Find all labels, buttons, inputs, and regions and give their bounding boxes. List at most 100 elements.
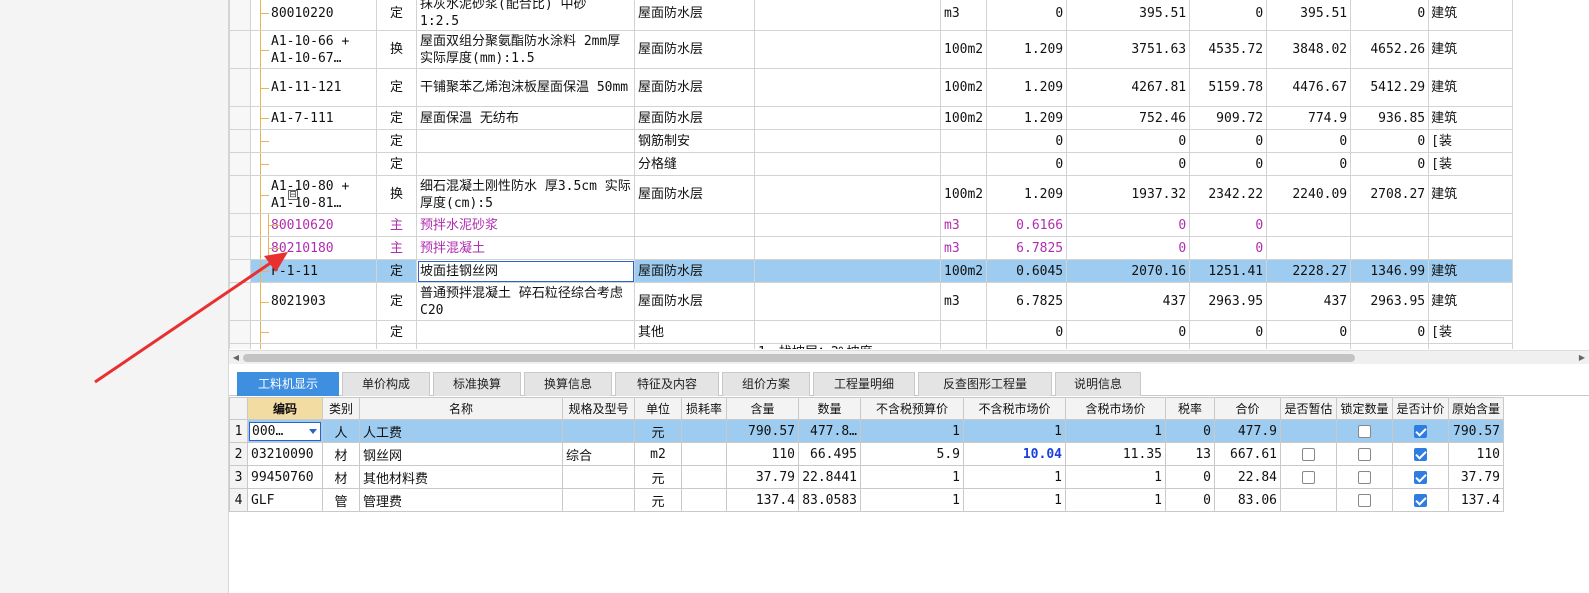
resource-quantity-cell[interactable]: 83.0583 <box>798 488 861 512</box>
row-selector[interactable] <box>229 259 251 283</box>
resource-unit-cell[interactable]: 元 <box>634 465 682 489</box>
item-fee-cell[interactable] <box>1428 343 1514 349</box>
item-feature-cell[interactable]: 屋面防水层 <box>634 259 755 283</box>
item-price-cell[interactable]: 1251.41 <box>1189 259 1268 283</box>
item-code-cell[interactable]: ⊟ A1-10-80 + A1-10-81… <box>250 175 377 214</box>
item-price-cell[interactable] <box>1350 213 1430 237</box>
row-selector[interactable] <box>229 343 251 349</box>
resource-lock-cell[interactable] <box>1336 442 1393 466</box>
resource-budget-price-cell[interactable]: 1 <box>860 488 964 512</box>
item-price-cell[interactable]: 0 <box>1189 213 1268 237</box>
resource-budget-price-cell[interactable]: 1 <box>860 465 964 489</box>
item-price-cell[interactable]: 0 <box>1189 236 1268 260</box>
item-price-cell[interactable]: 2342.22 <box>1189 175 1268 214</box>
lock-quantity-checkbox[interactable] <box>1358 447 1371 461</box>
lock-quantity-checkbox[interactable] <box>1358 424 1371 438</box>
item-unit-cell[interactable]: 100m2 <box>939 68 988 107</box>
resource-name-cell[interactable]: 钢丝网 <box>359 442 563 466</box>
resource-market-price-cell[interactable]: 1 <box>963 488 1066 512</box>
item-type-cell[interactable]: 定 <box>376 129 417 153</box>
resource-type-cell[interactable]: 人 <box>322 419 360 443</box>
header-loss-rate[interactable]: 损耗率 <box>681 397 727 420</box>
resource-estimated-cell[interactable] <box>1280 488 1337 512</box>
item-spec-cell[interactable] <box>754 213 941 237</box>
resource-budget-price-cell[interactable]: 1 <box>860 419 964 443</box>
item-price-cell[interactable]: 1937.32 <box>1066 175 1191 214</box>
header-unit[interactable]: 单位 <box>634 397 682 420</box>
item-quantity-cell[interactable]: 0 <box>986 152 1068 176</box>
item-feature-cell[interactable]: 屋面防水层 <box>634 106 755 130</box>
horizontal-scrollbar[interactable]: ◀ ▶ <box>229 350 1589 364</box>
row-selector[interactable] <box>229 30 251 69</box>
tab-quantity-details[interactable]: 工程量明细 <box>813 372 915 396</box>
item-feature-cell[interactable]: 屋面防水层 <box>634 282 755 321</box>
item-code-cell[interactable]: A1-7-111 <box>250 106 377 130</box>
resource-content-cell[interactable]: 137.4 <box>726 488 799 512</box>
item-price-cell[interactable]: 774.9 <box>1266 106 1352 130</box>
header-total[interactable]: 合价 <box>1214 397 1281 420</box>
item-price-cell[interactable]: 395.51 <box>1066 0 1191 31</box>
item-row[interactable]: 1、找坡层：2%坡度 <box>229 343 1533 349</box>
header-lock-quantity[interactable]: 锁定数量 <box>1336 397 1393 420</box>
item-feature-cell[interactable]: 屋面防水层 <box>634 30 755 69</box>
resource-tax-market-price-cell[interactable]: 1 <box>1065 488 1166 512</box>
item-row[interactable]: ⊟ A1-10-80 + A1-10-81… 换细石混凝土刚性防水 厚3.5cm 实… <box>229 175 1533 214</box>
row-selector[interactable] <box>229 68 251 107</box>
header-original-content[interactable]: 原始含量 <box>1448 397 1504 420</box>
item-code-cell[interactable]: 80010620 <box>250 213 377 237</box>
item-unit-cell[interactable]: 100m2 <box>939 259 988 283</box>
item-code-cell[interactable] <box>250 129 377 153</box>
item-unit-cell[interactable]: m3 <box>939 236 988 260</box>
resource-type-cell[interactable]: 管 <box>322 488 360 512</box>
resource-original-content-cell[interactable]: 110 <box>1448 442 1504 466</box>
item-fee-cell[interactable]: 建筑 <box>1428 259 1514 283</box>
item-price-cell[interactable]: 0 <box>1266 152 1352 176</box>
item-name-cell[interactable]: 细石混凝土刚性防水 厚3.5cm 实际厚度(cm):5 <box>416 175 635 214</box>
resource-tax-rate-cell[interactable]: 0 <box>1165 488 1215 512</box>
item-quantity-cell[interactable] <box>986 343 1068 349</box>
row-selector[interactable] <box>229 106 251 130</box>
resource-spec-cell[interactable]: 综合 <box>562 442 635 466</box>
item-row[interactable]: F-1-11 定坡面挂钢丝网 屋面防水层 100m2 0.6045 2070.16 1251… <box>229 259 1533 283</box>
row-selector[interactable] <box>229 175 251 214</box>
item-code-cell[interactable]: F-1-11 <box>250 259 377 283</box>
tab-conversion-info[interactable]: 换算信息 <box>524 372 612 396</box>
item-price-cell[interactable]: 2070.16 <box>1066 259 1191 283</box>
item-code-cell[interactable]: 80010220 <box>250 0 377 31</box>
collapse-icon[interactable]: ⊟ <box>288 189 298 200</box>
resource-estimated-cell[interactable] <box>1280 419 1337 443</box>
item-price-cell[interactable] <box>1350 343 1430 349</box>
row-selector[interactable] <box>229 320 251 344</box>
header-priced[interactable]: 是否计价 <box>1392 397 1449 420</box>
row-number[interactable]: 4 <box>229 488 248 512</box>
header-budget-price[interactable]: 不含税预算价 <box>860 397 964 420</box>
item-spec-cell[interactable] <box>754 320 941 344</box>
item-spec-cell[interactable] <box>754 152 941 176</box>
resource-type-cell[interactable]: 材 <box>322 465 360 489</box>
lock-quantity-checkbox[interactable] <box>1358 493 1371 507</box>
item-type-cell[interactable]: 定 <box>376 0 417 31</box>
item-price-cell[interactable] <box>1266 236 1352 260</box>
item-fee-cell[interactable]: 建筑 <box>1428 282 1514 321</box>
item-code-cell[interactable]: A1-10-66 + A1-10-67… <box>250 30 377 69</box>
resource-market-price-cell[interactable]: 1 <box>963 419 1066 443</box>
tab-standard-conversion[interactable]: 标准换算 <box>433 372 521 396</box>
item-price-cell[interactable]: 2963.95 <box>1350 282 1430 321</box>
item-feature-cell[interactable]: 钢筋制安 <box>634 129 755 153</box>
item-price-cell[interactable] <box>1266 213 1352 237</box>
item-price-cell[interactable]: 2240.09 <box>1266 175 1352 214</box>
item-price-cell[interactable]: 0 <box>1066 129 1191 153</box>
item-row[interactable]: 定钢筋制安 0 0 0 0 0 [装 <box>229 129 1533 153</box>
lock-quantity-checkbox[interactable] <box>1358 470 1371 484</box>
resource-unit-cell[interactable]: 元 <box>634 419 682 443</box>
item-type-cell[interactable]: 定 <box>376 282 417 321</box>
resource-code-cell[interactable]: 03210090 <box>247 442 323 466</box>
item-price-cell[interactable]: 5412.29 <box>1350 68 1430 107</box>
tab-features[interactable]: 特征及内容 <box>615 372 719 396</box>
resource-content-cell[interactable]: 110 <box>726 442 799 466</box>
item-feature-cell[interactable]: 屋面防水层 <box>634 68 755 107</box>
item-fee-cell[interactable]: 建筑 <box>1428 106 1514 130</box>
item-spec-cell[interactable] <box>754 68 941 107</box>
header-market-price[interactable]: 不含税市场价 <box>963 397 1066 420</box>
item-feature-cell[interactable]: 其他 <box>634 320 755 344</box>
